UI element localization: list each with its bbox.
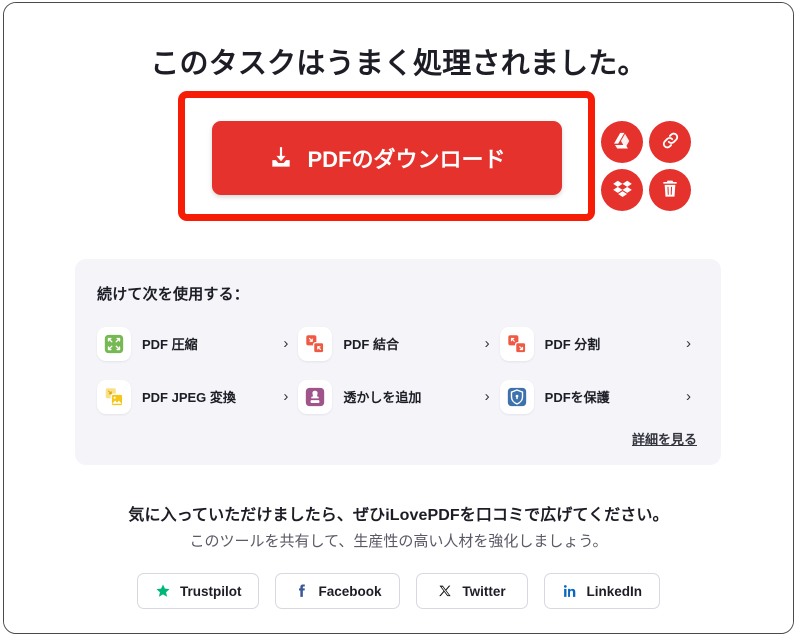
tool-label: PDF JPEG 変換	[142, 390, 236, 405]
protect-pdf-icon	[499, 379, 534, 414]
save-to-dropbox-button[interactable]	[601, 169, 643, 211]
pdf-to-jpeg-icon	[97, 379, 131, 414]
tool-merge-pdf[interactable]: PDF 結合 ›	[298, 317, 499, 370]
tool-pdf-to-jpeg[interactable]: PDF JPEG 変換 ›	[97, 370, 298, 423]
social-label: Trustpilot	[179, 583, 242, 599]
dropbox-icon	[612, 178, 633, 202]
google-drive-icon	[612, 130, 633, 154]
facebook-icon	[293, 583, 309, 599]
delete-file-button[interactable]	[649, 169, 691, 211]
social-label: Facebook	[318, 583, 382, 599]
tool-protect-pdf[interactable]: PDFを保護 ›	[499, 370, 701, 423]
task-success-page: このタスクはうまく処理されました。 PDFのダウンロード 続けて次を使用する： …	[4, 3, 793, 633]
chevron-right-icon: ›	[283, 388, 289, 405]
tool-label: PDFを保護	[544, 390, 610, 405]
download-icon	[268, 145, 294, 171]
split-pdf-icon	[499, 326, 534, 361]
compress-pdf-icon	[97, 326, 131, 361]
linkedin-icon	[562, 583, 578, 599]
chevron-right-icon: ›	[484, 388, 490, 405]
save-to-google-drive-button[interactable]	[601, 121, 643, 163]
chevron-right-icon: ›	[685, 335, 691, 352]
chevron-right-icon: ›	[283, 335, 289, 352]
trash-icon	[660, 179, 680, 202]
browser-viewport: このタスクはうまく処理されました。 PDFのダウンロード 続けて次を使用する： …	[3, 2, 794, 634]
download-pdf-button-label: PDFのダウンロード	[307, 147, 506, 172]
see-more-tools-link[interactable]: 詳細を見る	[632, 429, 697, 448]
page-title: このタスクはうまく処理されました。	[150, 48, 647, 81]
tools-grid: PDF 圧縮 › PDF 結合 › PDF 分割 › PDF JPEG 変換 ›…	[97, 317, 701, 423]
trustpilot-star-icon	[155, 583, 171, 599]
download-side-actions	[601, 121, 691, 211]
social-label: Twitter	[462, 583, 506, 599]
share-twitter-button[interactable]: Twitter	[415, 573, 528, 609]
download-pdf-button[interactable]: PDFのダウンロード	[212, 121, 562, 195]
share-prompt-primary: 気に入っていただけましたら、ぜひiLovePDFを口コミで広げてください。	[128, 507, 669, 524]
copy-link-button[interactable]	[649, 121, 691, 163]
tools-heading: 続けて次を使用する：	[97, 286, 250, 303]
merge-pdf-icon	[298, 326, 333, 361]
share-linkedin-button[interactable]: LinkedIn	[543, 573, 661, 609]
share-prompt-secondary: このツールを共有して、生産性の高い人材を強化しましょう。	[189, 533, 608, 550]
tool-label: PDF 分割	[544, 337, 601, 352]
social-label: LinkedIn	[586, 583, 643, 599]
tool-label: 透かしを追加	[343, 390, 422, 405]
tool-add-watermark[interactable]: 透かしを追加 ›	[298, 370, 499, 423]
watermark-icon	[298, 379, 333, 414]
tool-compress-pdf[interactable]: PDF 圧縮 ›	[97, 317, 298, 370]
tool-label: PDF 圧縮	[142, 337, 198, 352]
chevron-right-icon: ›	[685, 388, 691, 405]
share-facebook-button[interactable]: Facebook	[275, 573, 400, 609]
link-icon	[660, 130, 681, 154]
twitter-x-icon	[437, 583, 453, 599]
chevron-right-icon: ›	[484, 335, 490, 352]
tool-split-pdf[interactable]: PDF 分割 ›	[499, 317, 701, 370]
tool-label: PDF 結合	[343, 337, 399, 352]
social-share-buttons: Trustpilot Facebook Twitter LinkedIn	[4, 573, 793, 609]
continue-with-tools-card: 続けて次を使用する： PDF 圧縮 › PDF 結合 › PDF 分割 › PD…	[75, 259, 721, 465]
share-trustpilot-button[interactable]: Trustpilot	[136, 573, 260, 609]
